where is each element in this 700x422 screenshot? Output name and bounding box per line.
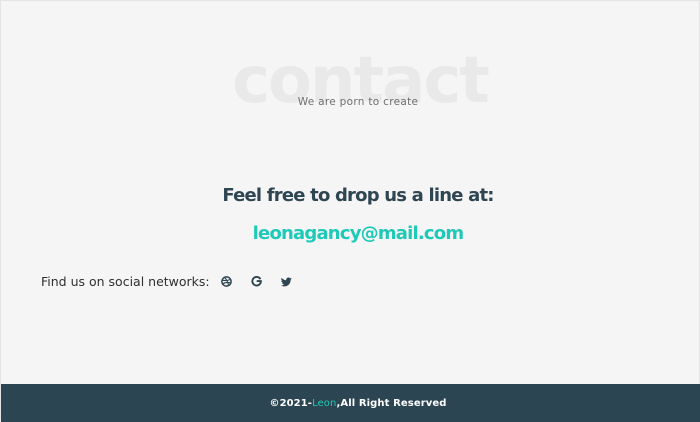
- tagline: We are porn to create: [297, 96, 419, 108]
- background-title: contact: [232, 44, 490, 118]
- email-link[interactable]: leonagancy@mail.com: [1, 223, 700, 244]
- google-icon[interactable]: [251, 276, 263, 288]
- social-row: Find us on social networks:: [41, 274, 311, 289]
- dribbble-icon[interactable]: [221, 276, 233, 288]
- footer-brand[interactable]: Leon: [312, 398, 336, 409]
- copyright-rights: ,All Right Reserved: [336, 397, 447, 409]
- social-label: Find us on social networks:: [41, 274, 210, 289]
- contact-headline: Feel free to drop us a line at:: [222, 185, 494, 206]
- social-icons: [221, 276, 311, 288]
- footer: ©2021-Leon,All Right Reserved: [1, 384, 700, 422]
- twitter-icon[interactable]: [281, 276, 293, 288]
- footer-copyright: ©2021-Leon,All Right Reserved: [255, 398, 446, 409]
- copyright-prefix: ©2021-: [269, 397, 313, 409]
- page-frame: contact We are porn to create Feel free …: [0, 0, 700, 422]
